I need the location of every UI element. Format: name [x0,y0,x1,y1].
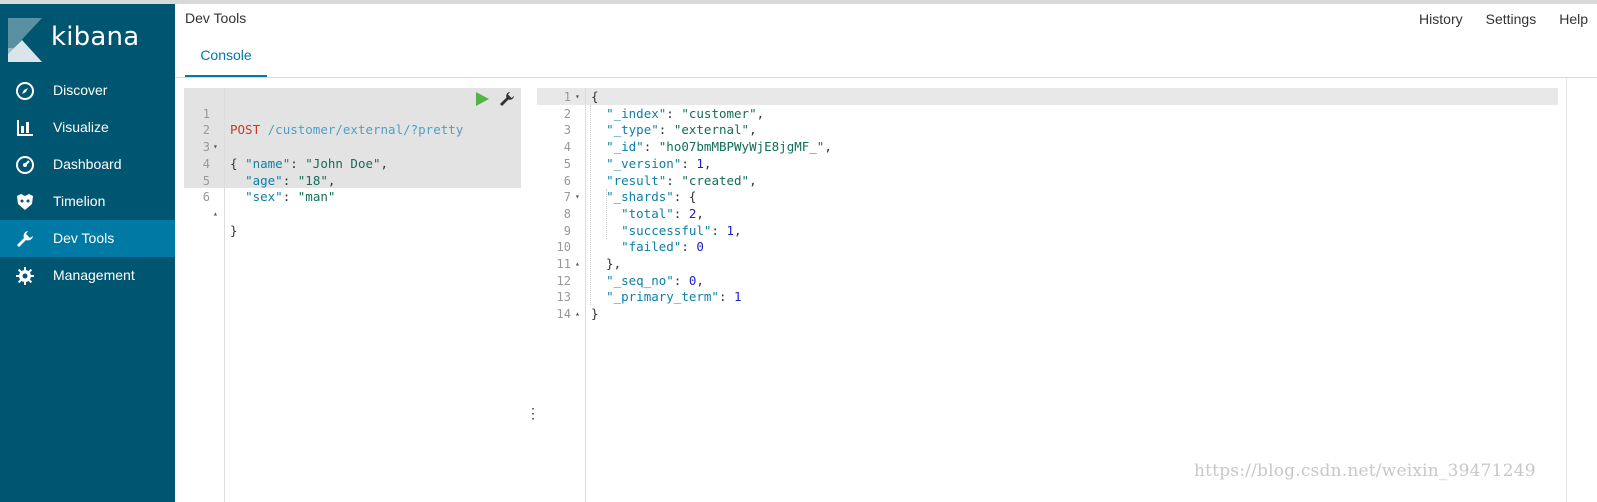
sidebar-item-management[interactable]: Management [0,257,175,294]
wrench-icon [17,231,33,247]
pane-resize-handle[interactable]: ⋮ [526,406,540,428]
sidebar-nav: Discover Visualize Dashboard Timelion De… [0,72,175,294]
kibana-logo[interactable]: kibana [8,18,168,64]
request-line: 5 "sex": "man" [202,173,336,205]
active-line-highlight [585,88,1558,105]
fold-toggle[interactable]: ▾ [575,89,580,106]
sidebar-item-label: Visualize [53,119,109,135]
request-options-wrench-icon[interactable] [499,91,515,107]
watermark: https://blog.csdn.net/weixin_39471249 [1194,461,1536,481]
sidebar-item-dev-tools[interactable]: Dev Tools [0,220,175,257]
sidebar-item-timelion[interactable]: Timelion [0,183,175,220]
history-link[interactable]: History [1419,11,1463,27]
tab-console[interactable]: Console [185,40,267,77]
request-line: 3 "name": "John Doe", [202,140,389,171]
response-viewer[interactable]: 1 ▾{2 "_index": "customer", 3 "_type": "ex… [537,88,1566,502]
window-top-border [0,0,1597,4]
compass-icon [16,82,34,100]
request-line: 4 "age": "18", [202,156,336,188]
sidebar-item-label: Timelion [53,193,106,209]
sidebar-item-label: Dashboard [53,156,122,172]
sidebar: kibana Discover Visualize Dashboard Time… [0,4,175,502]
page-title: Dev Tools [185,10,247,26]
sidebar-item-visualize[interactable]: Visualize [0,109,175,146]
scroll-edge [1566,78,1567,502]
fold-toggle[interactable]: ▴ [575,306,580,323]
request-editor[interactable]: 1 POST /customer/external/?pretty 2 ▾ { … [184,88,521,502]
request-line: 2 ▾ { [202,123,238,171]
timelion-icon [17,194,33,210]
sidebar-item-discover[interactable]: Discover [0,72,175,109]
sidebar-item-label: Management [53,267,135,283]
send-request-play-icon[interactable] [475,92,489,106]
help-link[interactable]: Help [1559,11,1588,27]
sidebar-item-dashboard[interactable]: Dashboard [0,146,175,183]
header-links: History Settings Help [1419,11,1588,27]
sidebar-item-label: Discover [53,82,108,98]
request-line: 1 POST /customer/external/?pretty [202,106,464,138]
bar-chart-icon [17,120,33,136]
fold-toggle[interactable]: ▾ [575,189,580,206]
fold-toggle[interactable]: ▴ [213,206,218,223]
settings-link[interactable]: Settings [1486,11,1537,27]
gear-icon [16,267,34,285]
fold-toggle[interactable]: ▴ [575,256,580,273]
request-path: /customer/external/?pretty [267,122,464,138]
dashboard-icon [16,156,34,174]
request-method: POST [230,122,261,138]
brand-name: kibana [51,22,140,52]
sidebar-item-label: Dev Tools [53,230,115,246]
kibana-logo-icon [8,18,42,62]
tab-divider [175,77,1597,78]
request-line: 6 ▴ } [202,190,238,238]
